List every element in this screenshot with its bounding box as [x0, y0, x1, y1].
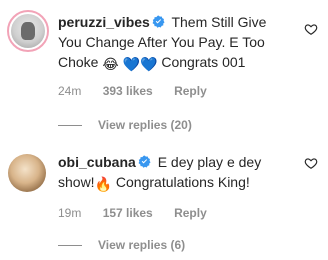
- comment-body: obi_cubana E dey play e dey show!🔥 Congr…: [58, 152, 292, 194]
- comment-body: peruzzi_vibes Them Still Give You Change…: [58, 12, 292, 74]
- avatar[interactable]: [8, 154, 46, 192]
- blue-heart-icon: 💙: [122, 56, 141, 72]
- view-replies-label: View replies (20): [98, 118, 192, 132]
- blue-heart-icon: 💙: [140, 56, 158, 72]
- avatar[interactable]: [7, 10, 49, 52]
- fire-emoji-icon: 🔥: [94, 176, 113, 192]
- username[interactable]: obi_cubana: [58, 154, 136, 170]
- view-replies-button[interactable]: View replies (20): [58, 118, 192, 132]
- view-replies-label: View replies (6): [98, 238, 186, 252]
- verified-badge-icon: [138, 155, 151, 168]
- comment-peruzzi: peruzzi_vibes Them Still Give You Change…: [0, 0, 328, 140]
- avatar-image: [11, 14, 45, 48]
- heart-icon[interactable]: [304, 22, 318, 36]
- comment-meta: 19m 157 likes Reply: [58, 206, 225, 220]
- heart-icon[interactable]: [304, 156, 318, 170]
- username[interactable]: peruzzi_vibes: [58, 14, 150, 30]
- reply-button[interactable]: Reply: [174, 206, 207, 220]
- likes-count[interactable]: 157 likes: [103, 206, 153, 220]
- laughing-emoji-icon: 😂: [102, 56, 119, 72]
- divider-line: [58, 124, 82, 126]
- comment-obi: obi_cubana E dey play e dey show!🔥 Congr…: [0, 140, 328, 260]
- comment-meta: 24m 393 likes Reply: [58, 84, 225, 98]
- likes-count[interactable]: 393 likes: [103, 84, 153, 98]
- timestamp: 19m: [58, 206, 82, 220]
- divider-line: [58, 244, 82, 246]
- timestamp: 24m: [58, 84, 82, 98]
- view-replies-button[interactable]: View replies (6): [58, 238, 185, 252]
- comment-text-2: Congrats 001: [161, 54, 246, 70]
- comment-text-2: Congratulations King!: [115, 174, 250, 190]
- reply-button[interactable]: Reply: [174, 84, 207, 98]
- verified-badge-icon: [152, 15, 165, 28]
